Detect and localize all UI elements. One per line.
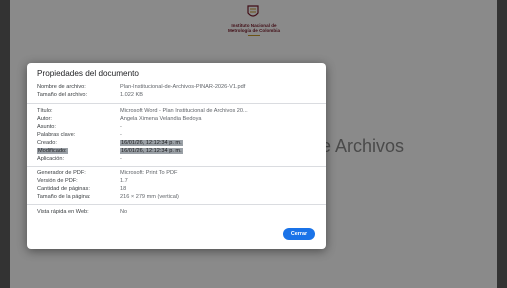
close-button[interactable]: Cerrar — [283, 228, 315, 240]
property-row: Aplicación: - — [37, 155, 321, 164]
divider — [27, 166, 326, 167]
property-row: Tamaño del archivo: 1.022 KB — [37, 91, 321, 100]
property-label: Aplicación: — [37, 156, 65, 162]
property-label: Vista rápida en Web: — [37, 209, 89, 215]
property-value: 216 × 279 mm (vertical) — [120, 194, 179, 200]
selected-text[interactable]: 16/01/26, 12:12:34 p. m. — [120, 148, 183, 154]
property-label: Tamaño de la página: — [37, 194, 91, 200]
selected-text[interactable]: 16/01/26, 12:12:34 p. m. — [120, 140, 183, 146]
document-properties-dialog: Propiedades del documento Nombre de arch… — [27, 63, 326, 249]
divider — [27, 204, 326, 205]
property-value: - — [120, 156, 122, 162]
property-value: 1.022 KB — [120, 92, 144, 98]
property-value: No — [120, 209, 128, 215]
selected-text[interactable]: Modificado: — [37, 148, 68, 154]
property-label: Tamaño del archivo: — [37, 92, 88, 98]
property-row: Vista rápida en Web: No — [37, 208, 321, 217]
dialog-title: Propiedades del documento — [37, 69, 139, 78]
divider — [27, 103, 326, 104]
property-row: Tamaño de la página: 216 × 279 mm (verti… — [37, 193, 321, 202]
